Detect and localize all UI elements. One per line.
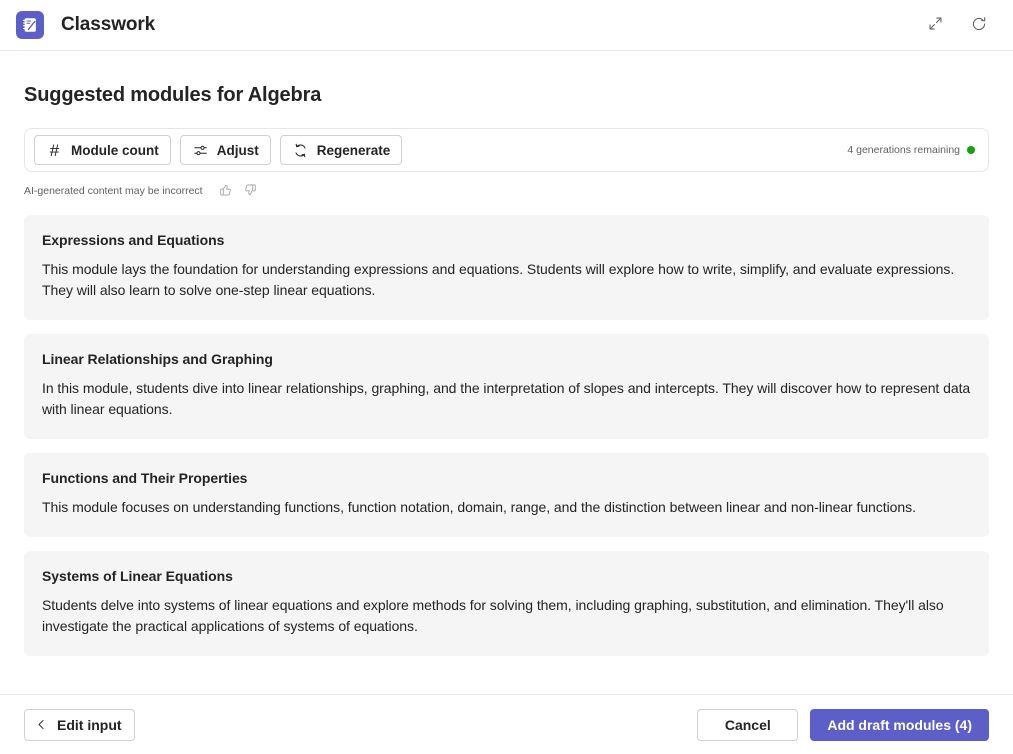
hash-icon: # xyxy=(49,140,60,160)
module-description: This module focuses on understanding fun… xyxy=(42,499,916,515)
expand-button[interactable] xyxy=(921,11,949,39)
thumbs-up-icon xyxy=(219,183,233,200)
classwork-notebook-icon xyxy=(16,11,44,39)
dialog-footer: Edit input Cancel Add draft modules (4) xyxy=(0,694,1013,754)
module-card[interactable]: Functions and Their Properties This modu… xyxy=(24,453,989,537)
regenerate-button[interactable]: Regenerate xyxy=(279,135,403,165)
status-dot-icon xyxy=(967,146,975,154)
module-title: Systems of Linear Equations xyxy=(42,568,233,584)
edit-input-button[interactable]: Edit input xyxy=(24,708,135,741)
adjust-button[interactable]: Adjust xyxy=(179,135,271,165)
add-draft-modules-button[interactable]: Add draft modules (4) xyxy=(810,708,989,741)
app-title: Classwork xyxy=(61,14,156,35)
main-content: Suggested modules for Algebra # Module c… xyxy=(0,51,1013,694)
app-header: Classwork xyxy=(0,0,1013,51)
add-draft-modules-label: Add draft modules (4) xyxy=(827,716,972,733)
module-description: Students delve into systems of linear eq… xyxy=(42,597,944,634)
refresh-circle-icon xyxy=(292,142,309,159)
module-card[interactable]: Expressions and Equations This module la… xyxy=(24,215,989,320)
module-count-label: Module count xyxy=(71,142,159,158)
thumbs-up-button[interactable] xyxy=(215,180,237,202)
edit-input-label: Edit input xyxy=(57,716,122,733)
regenerate-label: Regenerate xyxy=(316,142,391,158)
module-title: Functions and Their Properties xyxy=(42,470,248,486)
sliders-icon xyxy=(192,142,209,159)
module-card[interactable]: Linear Relationships and Graphing In thi… xyxy=(24,334,989,439)
page-title: Suggested modules for Algebra xyxy=(24,84,322,106)
module-title: Expressions and Equations xyxy=(42,232,225,248)
adjust-label: Adjust xyxy=(216,142,259,158)
module-title: Linear Relationships and Graphing xyxy=(42,351,273,367)
classwork-dialog: Classwork Suggested modules for Algebra … xyxy=(0,0,1013,754)
module-count-button[interactable]: # Module count xyxy=(34,135,171,165)
header-actions xyxy=(921,11,993,39)
thumbs-down-icon xyxy=(243,183,257,200)
thumbs-down-button[interactable] xyxy=(239,180,261,202)
generations-remaining-status: 4 generations remaining xyxy=(847,144,979,156)
module-description: This module lays the foundation for unde… xyxy=(42,261,955,298)
module-card[interactable]: Systems of Linear Equations Students del… xyxy=(24,551,989,656)
module-description: In this module, students dive into linea… xyxy=(42,380,971,417)
chevron-left-icon xyxy=(35,718,48,731)
refresh-icon xyxy=(970,15,988,36)
ai-disclaimer-text: AI-generated content may be incorrect xyxy=(24,185,203,197)
generations-remaining-text: 4 generations remaining xyxy=(847,144,960,156)
cancel-button[interactable]: Cancel xyxy=(697,708,799,741)
generation-toolbar: # Module count Adjust Regenerate 4 gener… xyxy=(24,128,989,172)
expand-diagonal-icon xyxy=(927,15,944,35)
cancel-label: Cancel xyxy=(724,716,771,733)
refresh-button[interactable] xyxy=(965,11,993,39)
suggested-modules-list: Expressions and Equations This module la… xyxy=(24,215,989,656)
ai-disclaimer-row: AI-generated content may be incorrect xyxy=(24,181,989,201)
